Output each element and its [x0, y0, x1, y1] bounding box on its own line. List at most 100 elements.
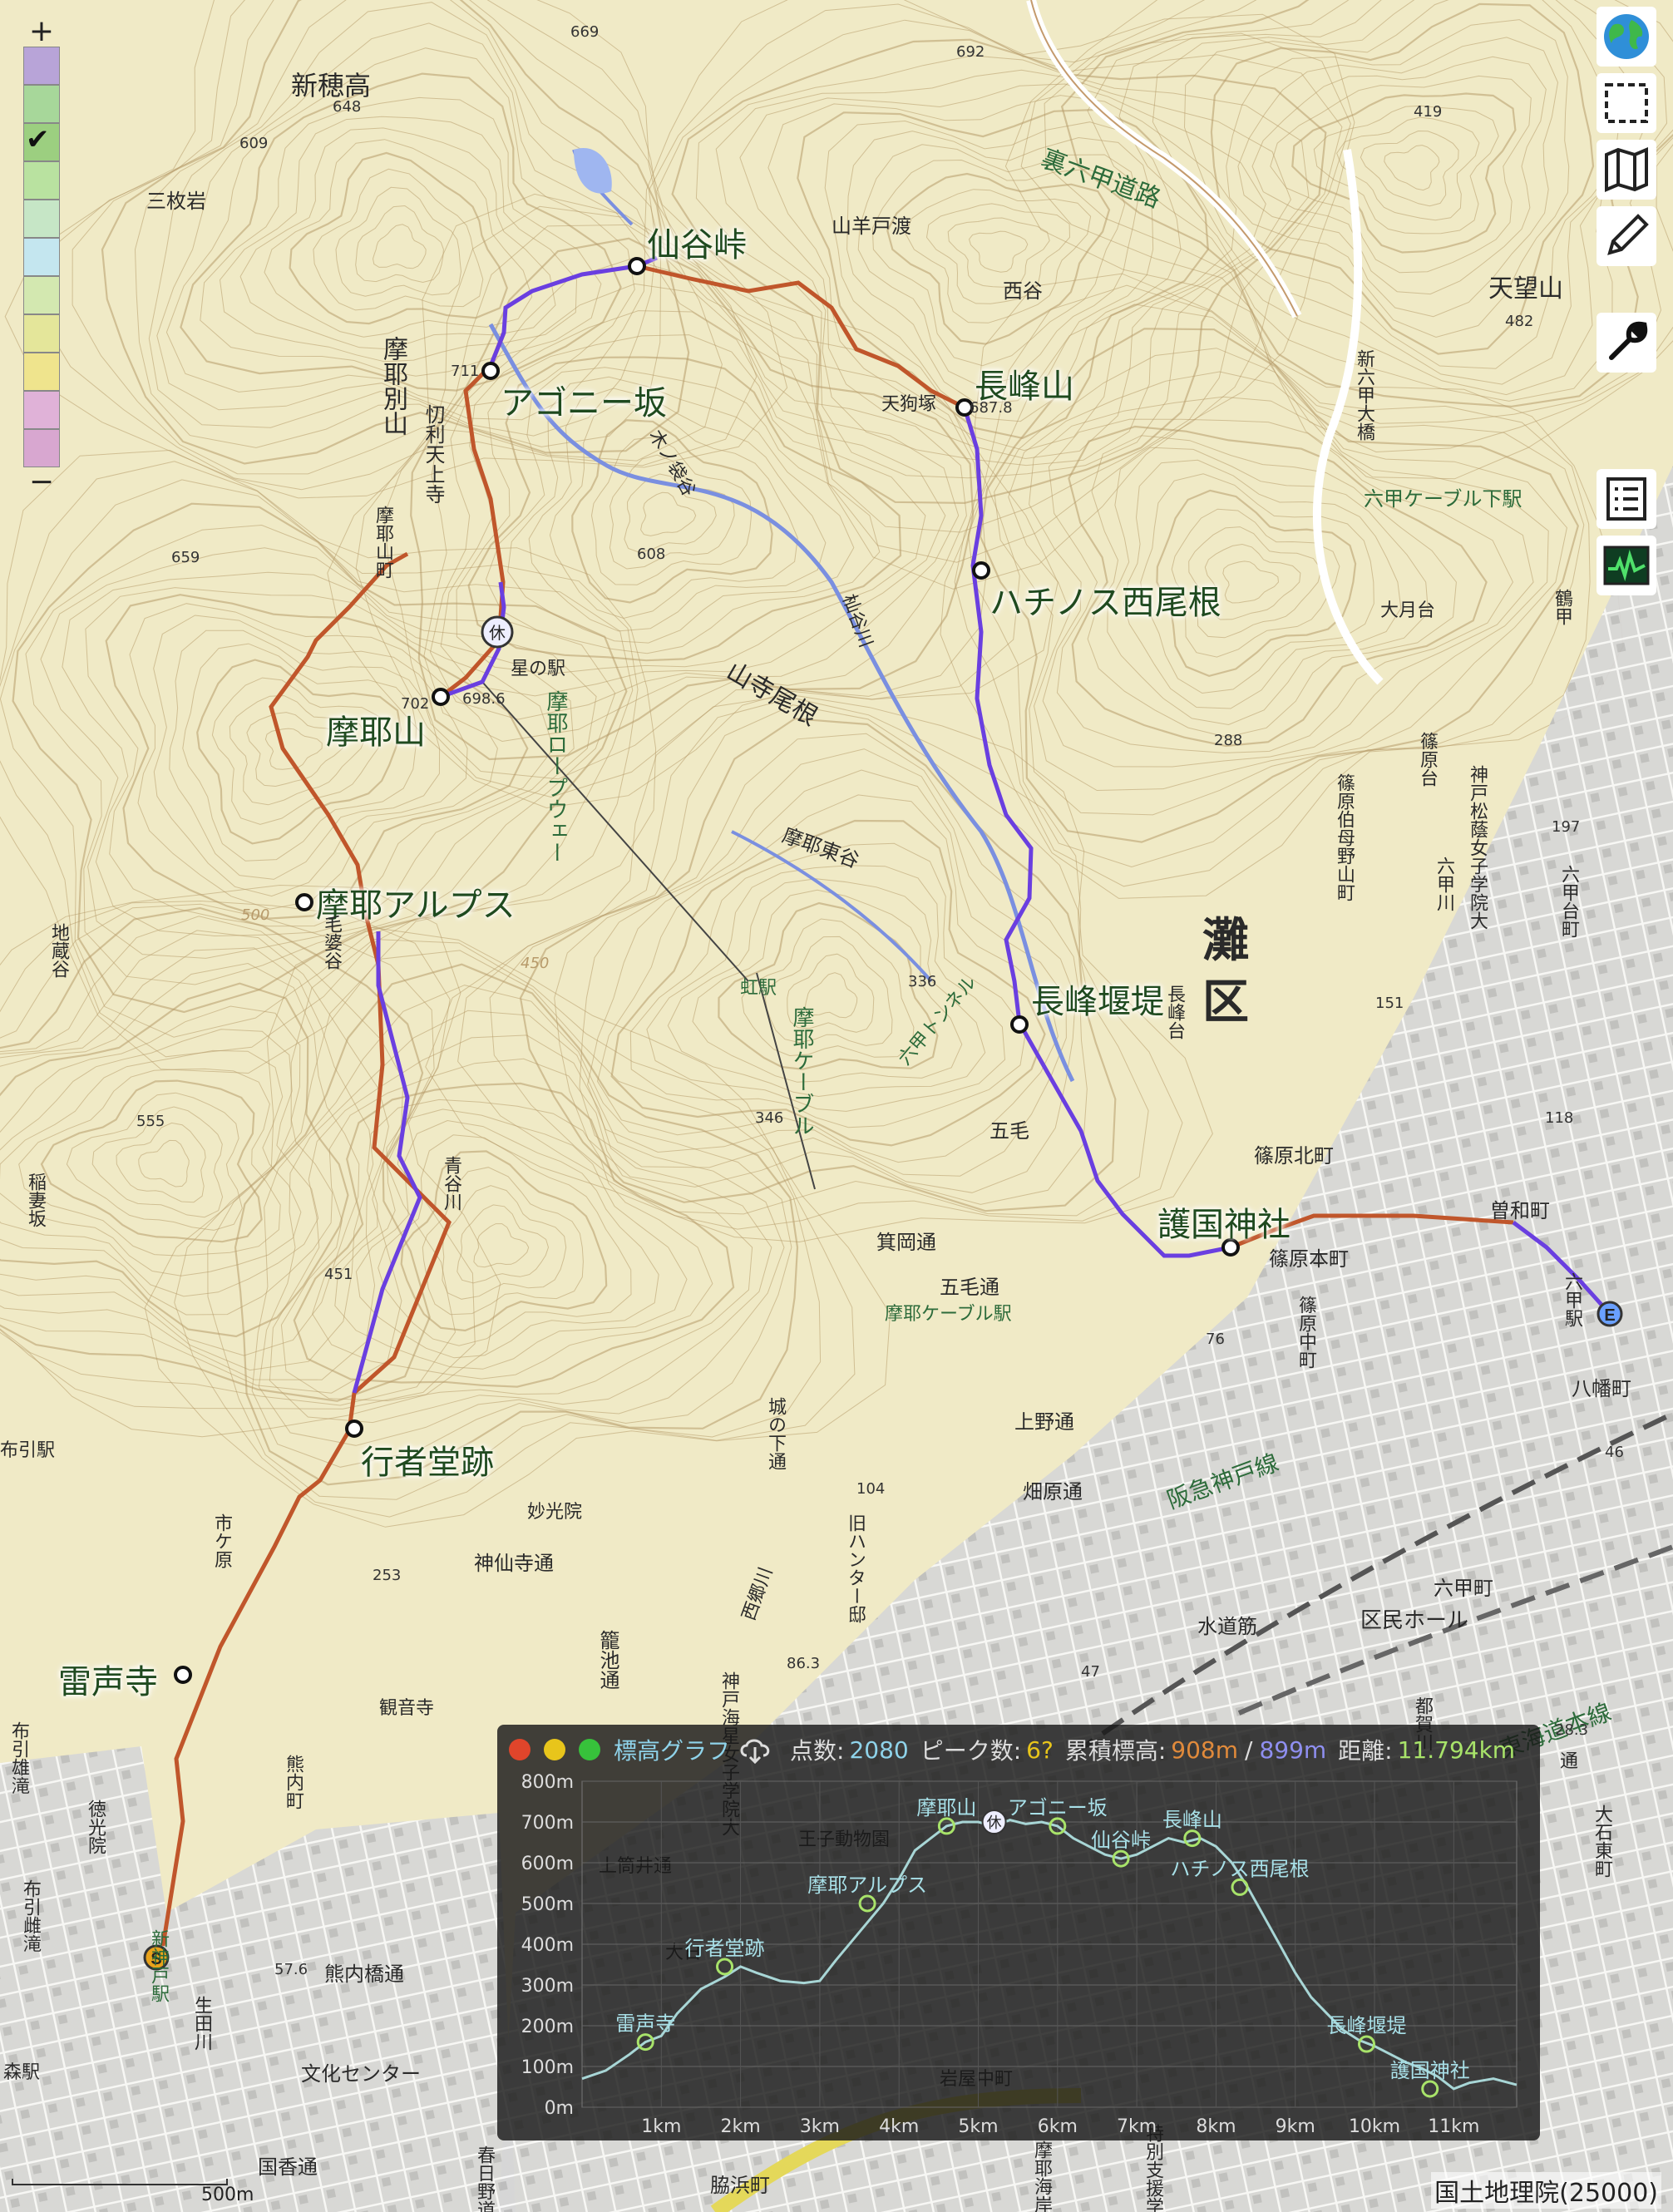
place-label: 六甲町 [1434, 1577, 1493, 1600]
place-label: 布引雌滝 [20, 1879, 41, 1953]
waypoint-dot-maya-alps[interactable] [295, 893, 313, 911]
legend-swatch[interactable]: ✔ [23, 123, 60, 161]
elevation-label: 608 [637, 546, 666, 563]
place-label: 三枚岩 [146, 190, 206, 213]
place-label: 毛婆谷 [321, 915, 342, 970]
x-tick-label: 9km [1276, 2116, 1315, 2137]
waypoint-dot-hachinosu[interactable] [972, 561, 990, 580]
waypoint-point-label: 長峰山 [1162, 1809, 1222, 1832]
x-tick-label: 11km [1428, 2116, 1479, 2137]
waypoint-dot-nagamine-dam[interactable] [1010, 1015, 1029, 1034]
end-marker[interactable]: E [1597, 1301, 1623, 1327]
elevation-graph-icon [1603, 546, 1650, 585]
place-label: 天望山 [1488, 274, 1563, 304]
place-label: 大月台 [1380, 600, 1436, 621]
legend-swatch[interactable] [23, 429, 60, 467]
place-label: 篠原北町 [1254, 1144, 1334, 1168]
waypoint-point-label: 行者堂跡 [685, 1937, 765, 1960]
waypoint-point-label: 護国神社 [1390, 2059, 1470, 2082]
place-label: 箕岡通 [876, 1231, 936, 1254]
waypoint-point[interactable] [716, 1958, 734, 1976]
draw-button[interactable] [1597, 206, 1656, 266]
elevation-label: 346 [755, 1109, 784, 1127]
waypoint-label-senkoku[interactable]: 仙谷峠 [647, 218, 747, 266]
waypoint-point-label: 摩耶山 [916, 1796, 976, 1819]
wrench-icon [1609, 321, 1648, 360]
legend-swatch[interactable] [23, 353, 60, 391]
elevation-chart[interactable]: 0m 100m 200m 300m 400m 500m 600m 700m 800m 1km 2km… [497, 1725, 1540, 2140]
legend-swatch[interactable] [23, 238, 60, 276]
elevation-label: 288 [1214, 732, 1243, 749]
map-canvas[interactable]: S E 休 仙谷峠 アゴニー坂 長峰山 ハチノス西尾根 摩耶山 摩耶アルプス 長峰堰堤 護国神… [0, 0, 1673, 2212]
place-label: 忉利天上寺 [422, 404, 445, 504]
zoom-out-button[interactable]: − [23, 467, 60, 497]
legend-swatch[interactable] [23, 200, 60, 238]
x-tick-label: 2km [721, 2116, 761, 2137]
place-label: 大石東町 [1592, 1805, 1612, 1878]
legend-swatch[interactable] [23, 391, 60, 429]
waypoint-label-raisho[interactable]: 雷声寺 [58, 1655, 158, 1703]
place-label: 摩耶ケーブル [789, 1006, 814, 1136]
settings-button[interactable] [1597, 313, 1656, 373]
legend-swatch[interactable] [23, 276, 60, 314]
waypoint-dot-senkoku[interactable] [628, 257, 646, 275]
waypoint-label-hachinosu[interactable]: ハチノス西尾根 [989, 575, 1221, 624]
elevation-label: 450 [521, 955, 550, 972]
elevation-graph-button[interactable] [1597, 536, 1656, 595]
place-label: 神戸松蔭女子学院大 [1467, 765, 1488, 930]
waypoint-point-label: 長峰堰堤 [1326, 2014, 1406, 2037]
zoom-in-button[interactable]: + [23, 17, 60, 47]
globe-button[interactable] [1597, 7, 1656, 67]
place-label: 天狗塚 [881, 394, 937, 415]
place-label: 五毛通 [940, 1276, 999, 1299]
elevation-label: 659 [171, 549, 200, 566]
elevation-graph-panel[interactable]: 標高グラフ 点数: 2080 ピーク数: 6? 累積標高: 908m / 899… [497, 1725, 1540, 2140]
waypoint-dot-gyojado[interactable] [345, 1420, 363, 1438]
waypoint-point-label: 仙谷峠 [1091, 1829, 1151, 1852]
elevation-label: 419 [1414, 103, 1443, 121]
waypoint-dot-agony[interactable] [481, 362, 500, 380]
place-label: 新神戸駅 [148, 1929, 169, 2002]
y-tick-label: 300m [521, 1976, 574, 1997]
elevation-label: 669 [570, 23, 600, 41]
map-layers-button[interactable] [1597, 140, 1656, 200]
legend-swatch[interactable] [23, 161, 60, 200]
elevation-label: 28.3 [1555, 1721, 1589, 1739]
y-tick-label: 0m [545, 2098, 574, 2119]
waypoint-label-gyojado[interactable]: 行者堂跡 [361, 1435, 494, 1484]
elevation-label: 687.8 [970, 399, 1013, 417]
waypoint-dot-raisho[interactable] [174, 1666, 192, 1684]
place-label: 布引駅 [0, 1440, 56, 1461]
legend-swatch[interactable] [23, 85, 60, 123]
map-icon [1605, 146, 1648, 193]
place-label: 神仙寺通 [474, 1552, 554, 1575]
place-label: 地蔵谷 [48, 923, 69, 978]
waypoint-label-maya-alps[interactable]: 摩耶アルプス [316, 878, 516, 926]
place-label: 六甲台町 [1558, 865, 1579, 938]
waypoint-point[interactable] [1421, 2080, 1439, 2098]
waypoint-point-label: 摩耶アルプス [807, 1874, 927, 1897]
place-label: 曽和町 [1490, 1199, 1550, 1222]
place-label: 旧ハンター邸 [845, 1513, 866, 1623]
elevation-label: 648 [333, 98, 362, 116]
legend-swatch[interactable] [23, 314, 60, 353]
elevation-label: 86.3 [787, 1655, 821, 1672]
place-label: 徳光院 [85, 1800, 106, 1854]
elevation-label: 46 [1605, 1444, 1624, 1461]
elevation-label: 692 [956, 43, 985, 61]
waypoint-point[interactable] [1231, 1878, 1249, 1896]
pencil-icon [1607, 214, 1649, 255]
y-tick-label: 100m [521, 2057, 574, 2078]
waypoint-label-nagamine-dam[interactable]: 長峰堰堤 [1031, 975, 1164, 1023]
list-button[interactable] [1597, 469, 1656, 529]
waypoint-label-agony[interactable]: アゴニー坂 [501, 376, 667, 424]
waypoint-dot-maya[interactable] [432, 688, 450, 706]
place-label: 森駅 [3, 2062, 41, 2083]
legend-swatch[interactable] [23, 47, 60, 85]
place-label: 脇浜町 [710, 2174, 770, 2197]
select-area-button[interactable] [1597, 73, 1656, 133]
waypoint-label-gokoku[interactable]: 護国神社 [1157, 1197, 1291, 1246]
rest-area-marker[interactable]: 休 [481, 615, 514, 649]
y-tick-label: 800m [521, 1772, 574, 1793]
elevation-label: 451 [324, 1266, 353, 1283]
